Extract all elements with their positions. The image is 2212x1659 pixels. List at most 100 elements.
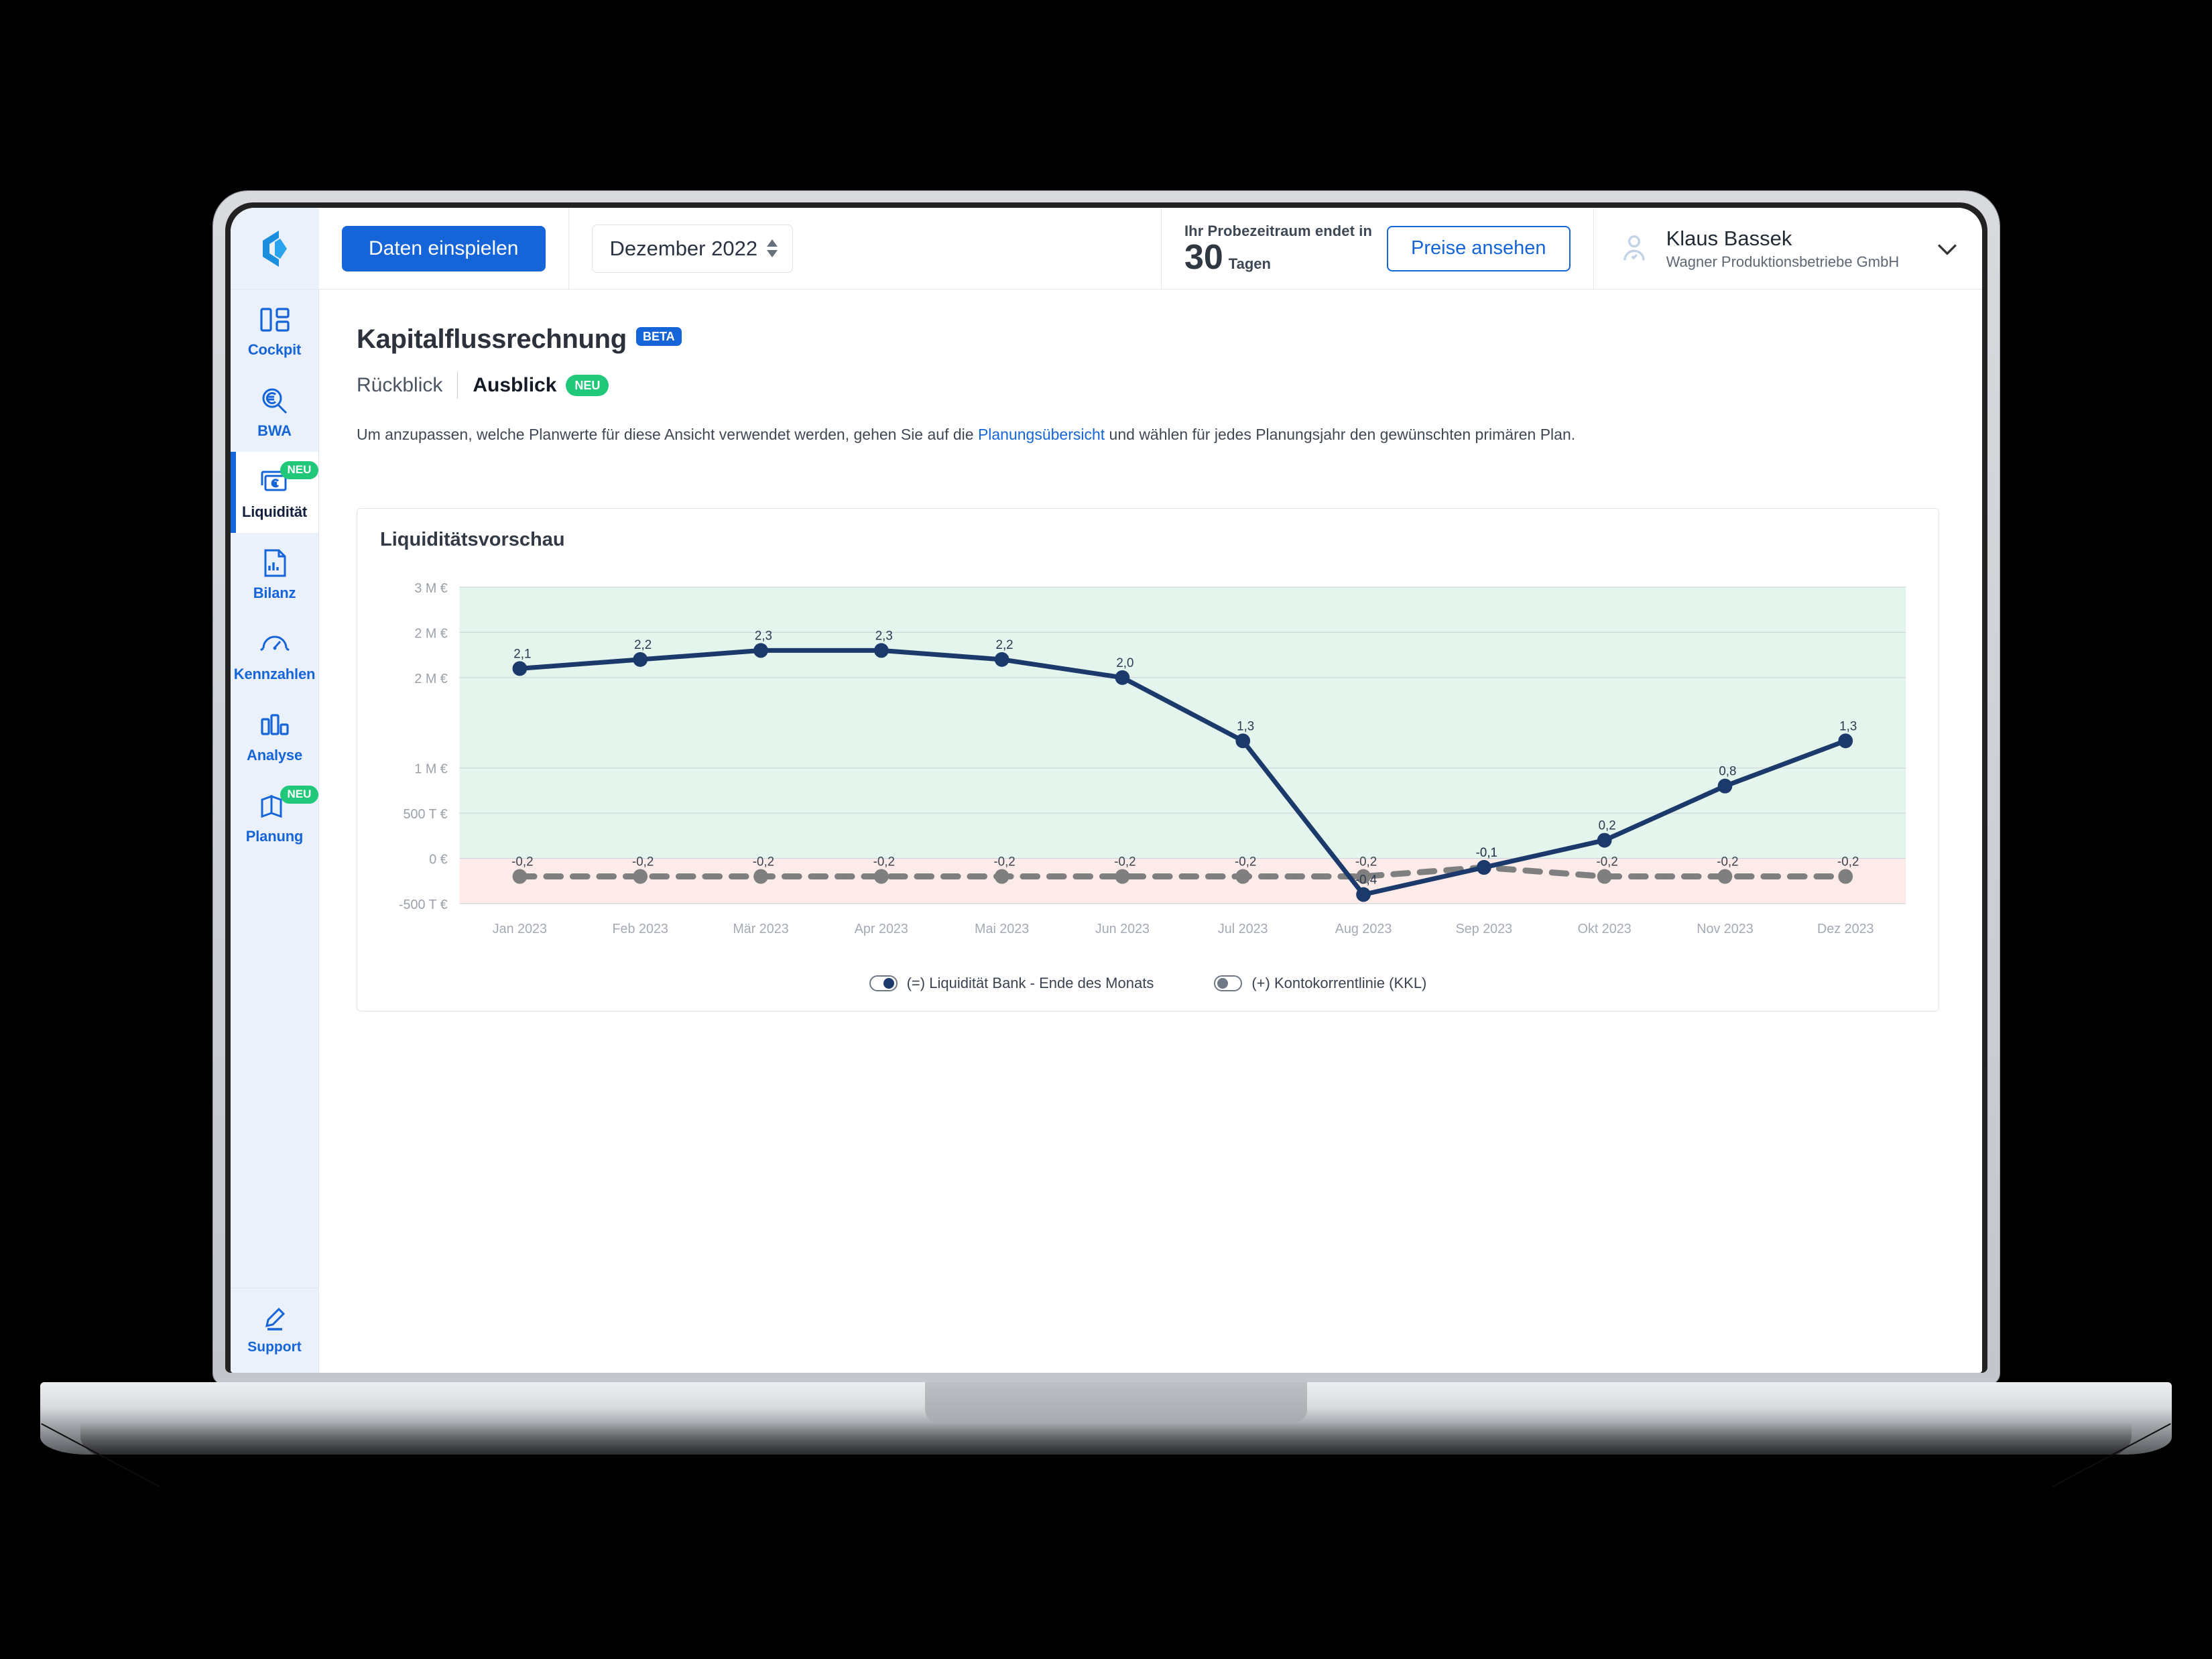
sidebar-item-planung[interactable]: NEU Planung [231,776,319,857]
svg-text:-0,2: -0,2 [1596,855,1617,869]
legend-label: (+) Kontokorrentlinie (KKL) [1251,975,1427,991]
svg-text:1 M €: 1 M € [414,762,447,777]
svg-text:500 T €: 500 T € [404,807,448,822]
legend-toggle-kkl[interactable] [1214,975,1243,991]
trial-days-count: 30 [1184,237,1223,277]
svg-text:0,8: 0,8 [1719,765,1736,779]
svg-text:2,2: 2,2 [634,638,652,652]
svg-text:2,3: 2,3 [755,629,772,643]
user-organization: Wagner Produktionsbetriebe GmbH [1666,253,1900,270]
svg-text:-0,2: -0,2 [753,855,774,869]
sidebar-item-label: Bilanz [253,585,296,601]
svg-text:-0,2: -0,2 [1717,855,1738,869]
legend-toggle-liquiditaet[interactable] [869,975,898,991]
import-section: Daten einspielen [319,208,568,289]
sidebar-item-analyse[interactable]: Analyse [231,695,318,776]
svg-text:-0,2: -0,2 [511,855,533,869]
page-title: Kapitalflussrechnung [357,324,627,354]
svg-text:Feb 2023: Feb 2023 [613,922,668,936]
svg-text:Sep 2023: Sep 2023 [1456,922,1513,936]
view-tabs: Rückblick Ausblick NEU [357,372,1939,399]
sidebar-item-support[interactable]: Support [231,1288,318,1373]
import-data-button[interactable]: Daten einspielen [342,225,546,271]
laptop-base-notch [925,1382,1307,1424]
svg-text:-0,2: -0,2 [1355,855,1377,869]
avatar-icon [1623,235,1645,260]
sidebar-item-label: Analyse [247,747,302,763]
svg-text:Aug 2023: Aug 2023 [1335,922,1392,936]
sidebar-badge-neu: NEU [280,461,319,479]
page-header: Kapitalflussrechnung BETA [357,324,1939,355]
company-logo-icon [263,230,287,267]
svg-text:Mär 2023: Mär 2023 [733,922,788,936]
trial-section: Ihr Probezeitraum endet in 30 Tagen Prei… [1162,208,1593,289]
sidebar-item-bwa[interactable]: BWA [231,371,318,452]
planungsuebersicht-link[interactable]: Planungsübersicht [978,426,1105,443]
sidebar-badge-neu: NEU [280,786,319,804]
trial-caption: Ihr Probezeitraum endet in [1184,222,1373,239]
tab-rueckblick[interactable]: Rückblick [357,374,457,397]
legend-item-liquiditaet[interactable]: (=) Liquidität Bank - Ende des Monats [869,975,1154,992]
svg-text:Okt 2023: Okt 2023 [1578,922,1632,936]
view-pricing-button[interactable]: Preise ansehen [1387,225,1571,271]
sidebar-item-label: BWA [257,422,292,439]
chevron-down-icon[interactable] [1932,234,1962,263]
beta-badge: BETA [635,327,682,346]
svg-text:1,3: 1,3 [1237,719,1254,733]
sidebar-item-label: Liquidität [242,503,307,520]
period-select[interactable]: Dezember 2022 [591,224,793,273]
app-logo[interactable] [231,208,319,289]
tab-ausblick[interactable]: Ausblick [458,374,566,397]
stepper-icon[interactable] [766,239,778,257]
svg-text:-0,2: -0,2 [632,855,654,869]
svg-text:-0,1: -0,1 [1476,846,1497,860]
svg-text:Nov 2023: Nov 2023 [1697,922,1753,936]
sidebar-item-cockpit[interactable]: Cockpit [231,290,318,371]
svg-text:-0,2: -0,2 [873,855,895,869]
chart-area: 3 M € 2 M € 2 M € 1 M € 500 T € 0 € -500 T € Ja… [380,568,1916,964]
svg-text:Jun 2023: Jun 2023 [1095,922,1150,936]
svg-text:Dez 2023: Dez 2023 [1817,922,1873,936]
svg-text:-0,2: -0,2 [1114,855,1135,869]
gauge-icon [231,629,318,660]
svg-text:-500 T €: -500 T € [399,898,448,912]
main-content: Kapitalflussrechnung BETA Rückblick Ausb… [319,290,1982,1373]
sidebar-item-liquiditat[interactable]: NEU Liquidität [231,452,319,533]
svg-text:0 €: 0 € [429,852,447,867]
chart-title: Liquiditätsvorschau [380,529,565,550]
planning-hint: Um anzupassen, welche Planwerte für dies… [357,426,1939,444]
sidebar-item-kennzahlen[interactable]: Kennzahlen [231,614,318,695]
document-chart-icon [231,548,318,578]
liquidity-line-chart[interactable]: 3 M € 2 M € 2 M € 1 M € 500 T € 0 € -500 T € Ja… [380,568,1916,964]
tab-badge-neu: NEU [566,375,609,396]
laptop-base-shadow [80,1422,2132,1464]
svg-text:-0,2: -0,2 [1837,855,1859,869]
legend-item-kkl[interactable]: (+) Kontokorrentlinie (KKL) [1214,975,1426,992]
svg-text:Jul 2023: Jul 2023 [1218,922,1268,936]
sidebar-item-label: Kennzahlen [233,666,316,682]
chart-legend: (=) Liquidität Bank - Ende des Monats (+… [380,975,1916,996]
user-name: Klaus Bassek [1666,226,1792,250]
svg-text:-0,2: -0,2 [1235,855,1256,869]
svg-text:Apr 2023: Apr 2023 [855,922,908,936]
svg-text:Mai 2023: Mai 2023 [975,922,1029,936]
sidebar: Cockpit BWA NEU Liquidität Bilanz Kennza… [231,290,319,1373]
hint-text-before: Um anzupassen, welche Planwerte für dies… [357,426,978,443]
sidebar-item-label: Planung [245,828,304,845]
user-menu[interactable]: Klaus Bassek Wagner Produktionsbetriebe … [1594,208,1982,289]
trial-days-unit: Tagen [1228,255,1271,272]
user-info: Klaus Bassek Wagner Produktionsbetriebe … [1666,227,1900,271]
svg-text:-0,4: -0,4 [1355,873,1377,887]
period-select-value: Dezember 2022 [609,236,758,260]
sidebar-item-label: Support [247,1339,302,1355]
svg-text:1,3: 1,3 [1839,719,1857,733]
sidebar-item-bilanz[interactable]: Bilanz [231,533,318,614]
top-bar: Daten einspielen Dezember 2022 Ihr Probe… [231,208,1982,290]
period-section: Dezember 2022 [569,208,816,289]
euro-search-icon [231,385,318,416]
pencil-icon [231,1304,318,1334]
svg-text:2,0: 2,0 [1116,656,1133,670]
svg-text:2,2: 2,2 [996,638,1013,652]
app-viewport: Daten einspielen Dezember 2022 Ihr Probe… [231,208,1982,1373]
